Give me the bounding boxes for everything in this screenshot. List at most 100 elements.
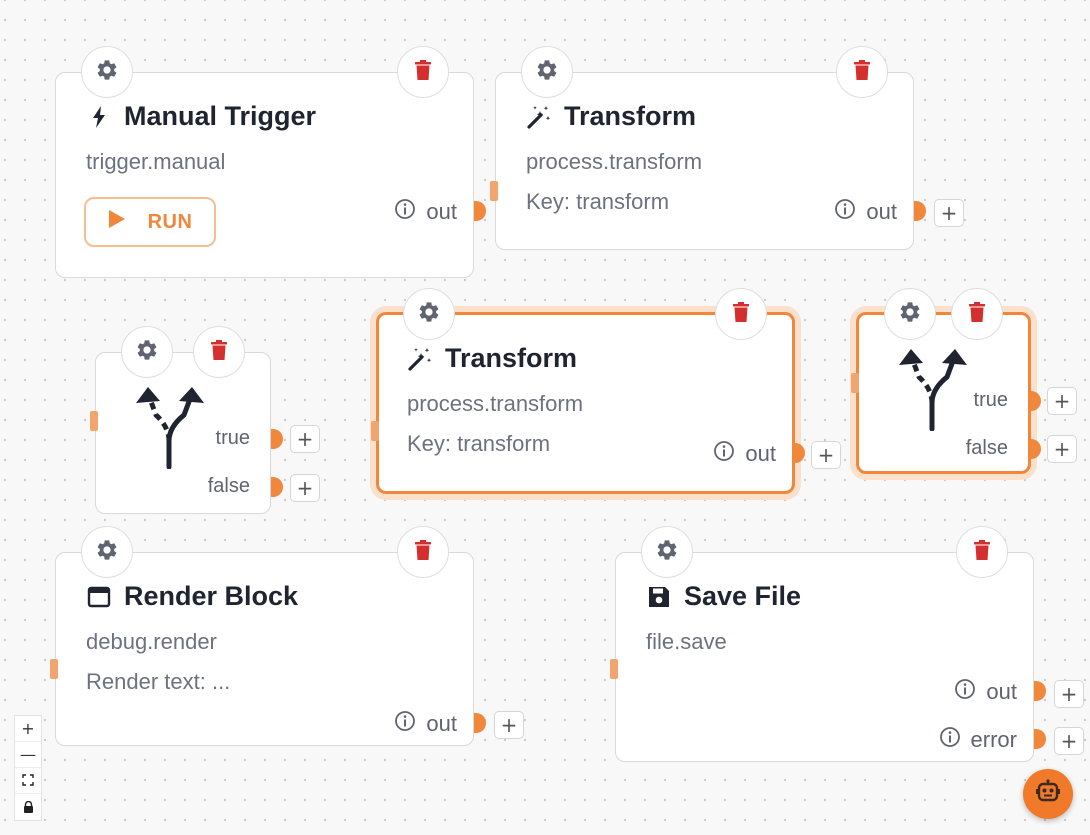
output-handle[interactable] (914, 201, 926, 221)
output-port-out: out (713, 440, 776, 468)
ai-assistant-button[interactable] (1023, 769, 1073, 819)
fit-view-button[interactable] (15, 768, 41, 794)
settings-button[interactable] (81, 46, 133, 98)
settings-button[interactable] (403, 288, 455, 340)
node-title: Transform (445, 343, 578, 373)
condition-node-left[interactable]: true false (90, 352, 283, 514)
add-node-button-false[interactable]: + (1047, 435, 1077, 463)
input-handle[interactable] (90, 411, 98, 431)
node-title: Render Block (124, 581, 299, 611)
delete-button[interactable] (951, 288, 1003, 340)
input-handle[interactable] (610, 659, 618, 679)
add-node-button-false[interactable]: + (290, 474, 320, 502)
gear-icon (655, 538, 679, 567)
gear-icon (898, 300, 922, 329)
settings-button[interactable] (81, 526, 133, 578)
trash-icon (209, 339, 229, 366)
delete-button[interactable] (397, 526, 449, 578)
condition-node-right[interactable]: true false (851, 312, 1041, 474)
false-output-handle[interactable] (271, 477, 283, 497)
zoom-in-button[interactable]: + (15, 716, 41, 742)
false-label: false (207, 475, 250, 497)
node-title: Manual Trigger (124, 101, 317, 131)
lock-button[interactable] (15, 794, 41, 820)
output-port-out: out (954, 678, 1017, 706)
out-output-handle[interactable] (1034, 681, 1046, 701)
gear-icon (135, 338, 159, 367)
settings-button[interactable] (641, 526, 693, 578)
error-output-handle[interactable] (1034, 729, 1046, 749)
settings-button[interactable] (521, 46, 573, 98)
magic-wand-icon (407, 346, 433, 372)
output-handle[interactable] (474, 201, 486, 221)
port-label: out (986, 679, 1017, 704)
port-label: out (426, 711, 457, 736)
input-handle[interactable] (50, 659, 58, 679)
canvas-controls: + — (14, 715, 42, 821)
true-output-handle[interactable] (1029, 391, 1041, 411)
delete-button[interactable] (836, 46, 888, 98)
input-handle[interactable] (371, 421, 379, 441)
node-type: process.transform (407, 391, 584, 416)
false-label: false (965, 437, 1008, 459)
gear-icon (535, 58, 559, 87)
trash-icon (972, 539, 992, 566)
save-file-node[interactable]: Save File file.save out error (610, 552, 1046, 762)
output-port-out: out (834, 198, 897, 226)
port-label: out (866, 199, 897, 224)
add-node-button-out[interactable]: + (1054, 680, 1084, 708)
info-icon[interactable] (394, 710, 416, 738)
run-label: RUN (147, 210, 193, 233)
info-icon[interactable] (394, 198, 416, 226)
transform-node-top[interactable]: Transform process.transform Key: transfo… (490, 72, 926, 250)
info-icon[interactable] (834, 198, 856, 226)
fit-view-icon (22, 771, 34, 790)
render-block-node[interactable]: Render Block debug.render Render text: .… (50, 552, 486, 746)
delete-button[interactable] (715, 288, 767, 340)
port-label: out (745, 441, 776, 466)
manual-trigger-node[interactable]: Manual Trigger trigger.manual RUN out (55, 72, 486, 278)
output-handle[interactable] (793, 443, 805, 463)
true-label: true (973, 389, 1008, 411)
add-node-button-error[interactable]: + (1054, 727, 1084, 755)
add-node-button-true[interactable]: + (290, 425, 320, 453)
output-handle[interactable] (474, 713, 486, 733)
floppy-disk-icon (646, 584, 672, 610)
delete-button[interactable] (193, 326, 245, 378)
lock-icon (23, 798, 34, 817)
info-icon[interactable] (713, 440, 735, 468)
node-detail: Key: transform (407, 431, 551, 456)
gear-icon (417, 300, 441, 329)
true-output-handle[interactable] (271, 429, 283, 449)
settings-button[interactable] (121, 326, 173, 378)
gear-icon (95, 538, 119, 567)
input-handle[interactable] (490, 181, 498, 201)
add-node-button[interactable]: + (934, 199, 964, 227)
trash-icon (852, 59, 872, 86)
node-detail: Render text: ... (86, 669, 231, 694)
delete-button[interactable] (397, 46, 449, 98)
output-port-error: error (939, 726, 1017, 754)
transform-node-middle[interactable]: Transform process.transform Key: transfo… (371, 312, 805, 494)
node-header: Manual Trigger (86, 101, 316, 132)
node-header: Save File (646, 581, 801, 612)
window-icon (86, 584, 112, 610)
delete-button[interactable] (956, 526, 1008, 578)
false-output-handle[interactable] (1029, 439, 1041, 459)
info-icon[interactable] (939, 726, 961, 754)
output-port-out: out (394, 198, 457, 226)
bolt-icon (86, 104, 112, 130)
add-node-button-true[interactable]: + (1047, 387, 1077, 415)
add-node-button[interactable]: + (811, 441, 841, 469)
add-node-button[interactable]: + (494, 711, 524, 739)
node-title: Save File (684, 581, 802, 611)
branch-icon (132, 385, 206, 474)
magic-wand-icon (526, 104, 552, 130)
node-type: process.transform (526, 149, 703, 174)
zoom-out-button[interactable]: — (15, 742, 41, 768)
node-type: file.save (646, 629, 727, 654)
info-icon[interactable] (954, 678, 976, 706)
run-button[interactable]: RUN (84, 197, 216, 247)
input-handle[interactable] (851, 373, 859, 393)
settings-button[interactable] (884, 288, 936, 340)
